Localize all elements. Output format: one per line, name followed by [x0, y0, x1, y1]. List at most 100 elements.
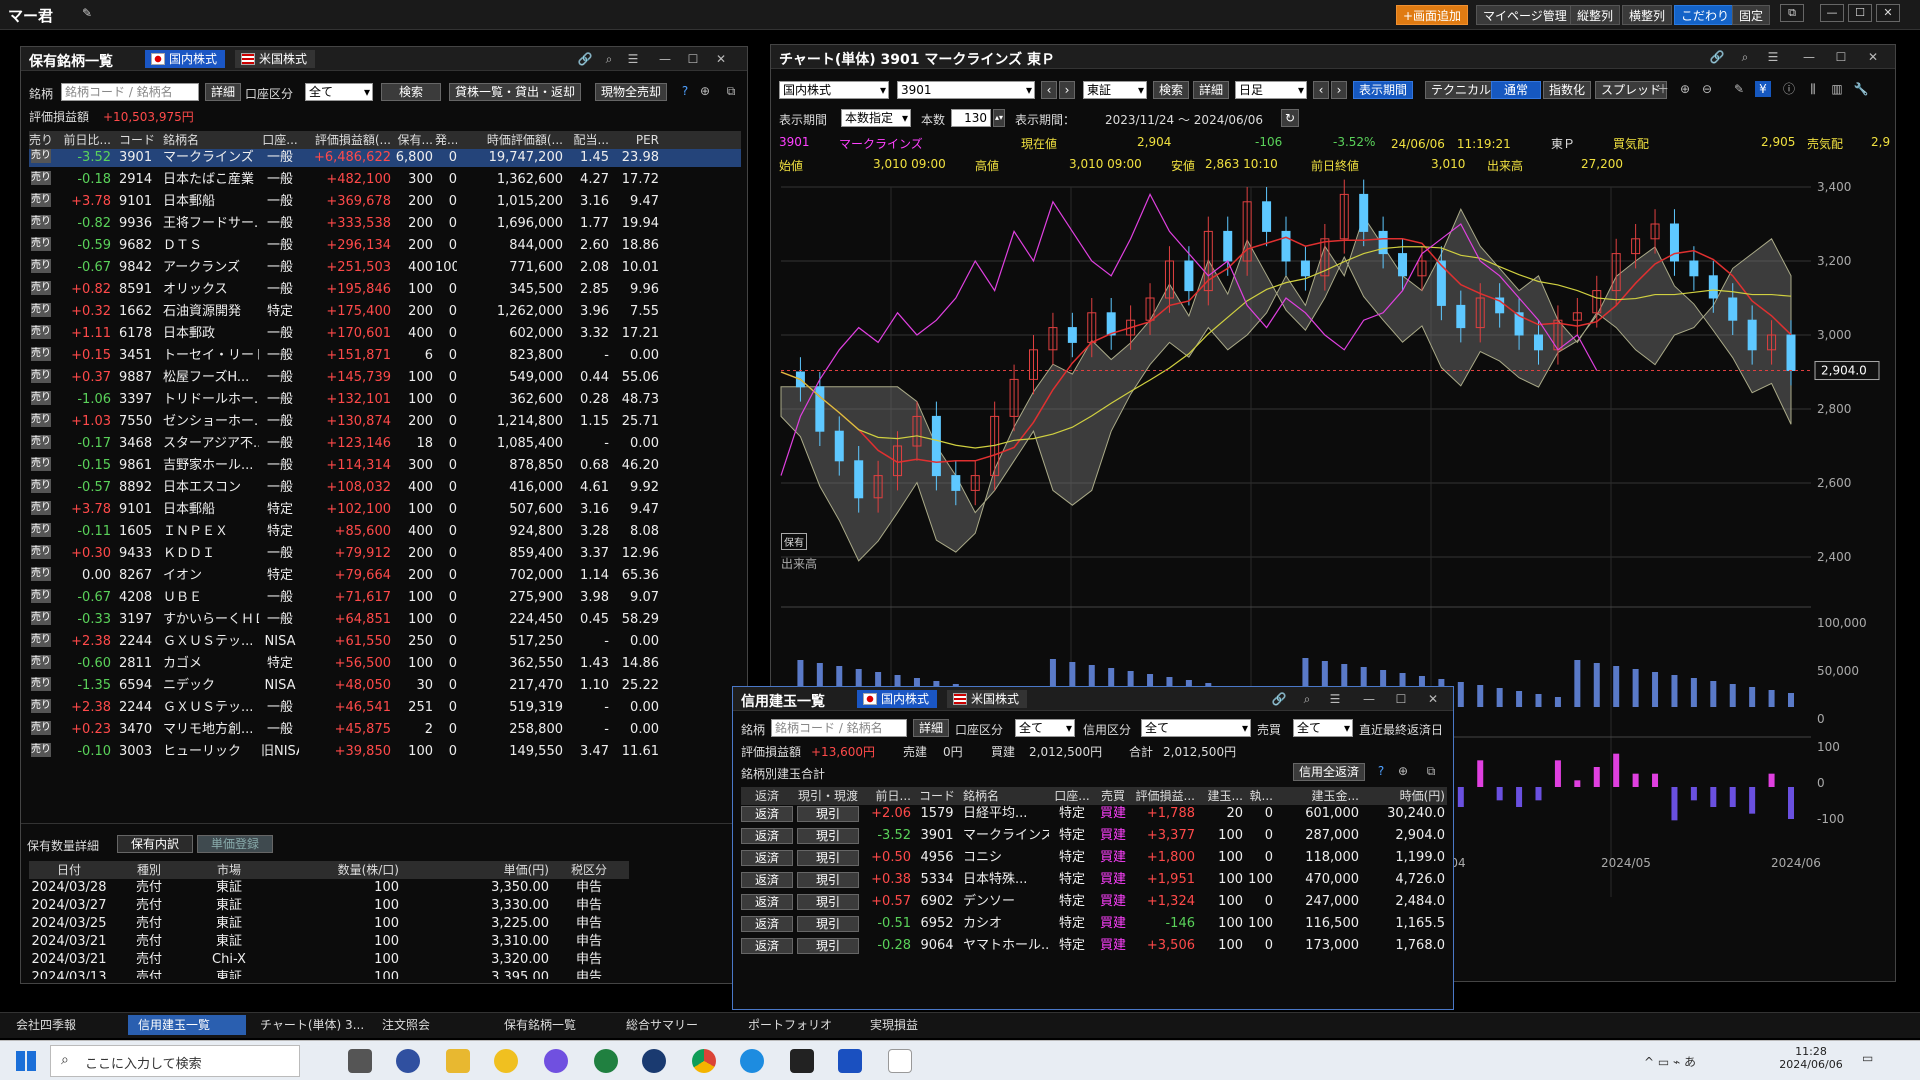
- column-header[interactable]: 単価(円): [399, 861, 549, 879]
- tab-domestic[interactable]: 国内株式: [145, 50, 226, 68]
- sell-button[interactable]: 売り: [31, 259, 51, 273]
- minimize-icon[interactable]: —: [1361, 691, 1377, 707]
- column-header[interactable]: 種別: [119, 861, 179, 879]
- delivery-button[interactable]: 現引: [797, 806, 859, 822]
- close-position-button[interactable]: 返済: [741, 806, 793, 822]
- drop-icon[interactable]: [544, 1049, 568, 1073]
- zoom-in-icon[interactable]: ⊕: [1677, 81, 1693, 97]
- column-header[interactable]: 建玉...: [1197, 787, 1243, 805]
- task-view-icon[interactable]: [348, 1049, 372, 1073]
- yen-icon[interactable]: ¥: [1755, 81, 1771, 97]
- count-input[interactable]: 130: [951, 109, 991, 127]
- period-mode-select[interactable]: 本数指定: [841, 109, 911, 127]
- column-header[interactable]: 口座...: [1051, 787, 1093, 805]
- column-header[interactable]: 評価損益...: [1133, 787, 1195, 805]
- table-row[interactable]: 売り -0.11 1605 ＩＮＰＥＸ 特定 +85,600 400 0 924,800 3.28…: [29, 523, 741, 541]
- sell-button[interactable]: 売り: [31, 611, 51, 625]
- bottom-tab[interactable]: 実現損益: [860, 1015, 978, 1035]
- sell-button[interactable]: 売り: [31, 699, 51, 713]
- prev-period-button[interactable]: ‹: [1313, 81, 1329, 99]
- sell-button[interactable]: 売り: [31, 545, 51, 559]
- column-header[interactable]: 日付: [29, 861, 109, 879]
- column-header[interactable]: 市場: [189, 861, 269, 879]
- table-row[interactable]: 売り +0.82 8591 オリックス 一般 +195,846 100 0 345,500 2.8…: [29, 281, 741, 299]
- sunflower-icon[interactable]: [494, 1049, 518, 1073]
- side-select[interactable]: 全て: [1293, 719, 1353, 737]
- table-row[interactable]: 2024/03/28 売付 東証 100 3,350.00 申告: [29, 879, 629, 897]
- sell-button[interactable]: 売り: [31, 281, 51, 295]
- table-row[interactable]: 2024/03/27 売付 東証 100 3,330.00 申告: [29, 897, 629, 915]
- normal-button[interactable]: 通常: [1491, 81, 1541, 99]
- column-header[interactable]: 配当...: [565, 131, 609, 149]
- close-position-button[interactable]: 返済: [741, 894, 793, 910]
- index-button[interactable]: 指数化: [1543, 81, 1592, 99]
- sell-all-button[interactable]: 現物全売却: [595, 83, 668, 101]
- column-header[interactable]: 銘柄名: [163, 131, 259, 149]
- notification-icon[interactable]: ▭: [1862, 1051, 1873, 1065]
- column-header[interactable]: 売り: [29, 131, 53, 149]
- close-position-button[interactable]: 返済: [741, 938, 793, 954]
- search-icon[interactable]: ⌕: [601, 51, 617, 67]
- tab-unit-price[interactable]: 単価登録: [197, 835, 273, 853]
- app-m14-icon[interactable]: [396, 1049, 420, 1073]
- column-header[interactable]: 現引・現渡: [797, 787, 859, 805]
- table-row[interactable]: 2024/03/21 売付 東証 100 3,310.00 申告: [29, 933, 629, 951]
- table-row[interactable]: 売り -1.06 3397 トリドールホー... 一般 +132,101 100 0 362,6…: [29, 391, 741, 409]
- close-position-button[interactable]: 返済: [741, 872, 793, 888]
- column-header[interactable]: 前日...: [861, 787, 911, 805]
- column-header[interactable]: 返済: [741, 787, 793, 805]
- next-period-button[interactable]: ›: [1331, 81, 1347, 99]
- fix-button[interactable]: 固定: [1732, 5, 1771, 25]
- help-icon[interactable]: ?: [677, 83, 693, 99]
- column-header[interactable]: PER: [611, 131, 659, 149]
- table-row[interactable]: 売り +0.32 1662 石油資源開発 特定 +175,400 200 0 1,262,000…: [29, 303, 741, 321]
- bottom-tab[interactable]: 注文照会: [372, 1015, 490, 1035]
- minimize-icon[interactable]: —: [657, 51, 673, 67]
- code-input[interactable]: 銘柄コード / 銘柄名: [61, 83, 199, 101]
- globe-icon[interactable]: [594, 1049, 618, 1073]
- download-icon[interactable]: ⊕: [1395, 763, 1411, 779]
- edit-icon[interactable]: ✎: [82, 6, 92, 20]
- column-header[interactable]: 口座...: [261, 131, 299, 149]
- sell-button[interactable]: 売り: [31, 479, 51, 493]
- column-header[interactable]: 発...: [435, 131, 457, 149]
- sell-button[interactable]: 売り: [31, 633, 51, 647]
- table-row[interactable]: 売り -0.15 9861 吉野家ホール... 一般 +114,314 300 0 878,85…: [29, 457, 741, 475]
- trading-app-icon[interactable]: [790, 1049, 814, 1073]
- sell-button[interactable]: 売り: [31, 435, 51, 449]
- show-period-button[interactable]: 表示期間: [1353, 81, 1414, 99]
- interval-select[interactable]: 日足: [1235, 81, 1307, 99]
- explorer-icon[interactable]: [446, 1049, 470, 1073]
- table-row[interactable]: 売り +0.37 9887 松屋フーズH... 一般 +145,739 100 0 549,00…: [29, 369, 741, 387]
- clock[interactable]: 11:28 2024/06/06: [1776, 1045, 1846, 1071]
- table-row[interactable]: 売り -0.57 8892 日本エスコン 一般 +108,032 400 0 416,000 4.…: [29, 479, 741, 497]
- column-header[interactable]: 執...: [1245, 787, 1273, 805]
- table-row[interactable]: 売り -0.33 3197 すかいらーくＨＤ 一般 +64,851 100 0 224,450 0…: [29, 611, 741, 629]
- column-header[interactable]: 売買: [1095, 787, 1131, 805]
- mypage-button[interactable]: マイページ管理: [1476, 5, 1574, 25]
- column-header[interactable]: 建玉金...: [1275, 787, 1359, 805]
- table-row[interactable]: 売り +2.38 2244 ＧＸＵＳテッ... 一般 +46,541 251 0 519,319…: [29, 699, 741, 717]
- tile-horizontal-button[interactable]: 横整列: [1622, 5, 1673, 25]
- delivery-button[interactable]: 現引: [797, 938, 859, 954]
- table-row[interactable]: 売り +2.38 2244 ＧＸＵＳテッ... NISA +61,550 250 0 517,2…: [29, 633, 741, 651]
- table-row[interactable]: 売り -1.35 6594 ニデック NISA +48,050 30 0 217,470 1.10…: [29, 677, 741, 695]
- sell-button[interactable]: 売り: [31, 721, 51, 735]
- bar-chart-icon[interactable]: ▥: [1829, 81, 1845, 97]
- table-row[interactable]: 返済 現引 -0.51 6952 カシオ 特定 買建 -146 100 100 116,500 1,1…: [741, 915, 1447, 933]
- column-header[interactable]: 前日比...: [55, 131, 111, 149]
- count-stepper[interactable]: ▴▾: [993, 109, 1005, 127]
- tray-icons[interactable]: ^ ▭ ⌁ あ: [1644, 1053, 1696, 1070]
- table-row[interactable]: 売り -0.60 2811 カゴメ 特定 +56,500 100 0 362,550 1.43 14…: [29, 655, 741, 673]
- zoom-out-icon[interactable]: ⊖: [1699, 81, 1715, 97]
- table-row[interactable]: 売り -0.67 9842 アークランズ 一般 +251,503 400 100 771,600…: [29, 259, 741, 277]
- column-header[interactable]: 保有...: [393, 131, 433, 149]
- sell-button[interactable]: 売り: [31, 149, 51, 163]
- menu-icon[interactable]: ☰: [1765, 49, 1781, 65]
- sell-button[interactable]: 売り: [31, 347, 51, 361]
- table-row[interactable]: 売り -0.18 2914 日本たばこ産業 一般 +482,100 300 0 1,362,60…: [29, 171, 741, 189]
- prev-code-button[interactable]: ‹: [1041, 81, 1057, 99]
- bottom-tab[interactable]: 信用建玉一覧: [128, 1015, 246, 1035]
- minimize-icon[interactable]: —: [1820, 4, 1844, 22]
- sell-button[interactable]: 売り: [31, 743, 51, 757]
